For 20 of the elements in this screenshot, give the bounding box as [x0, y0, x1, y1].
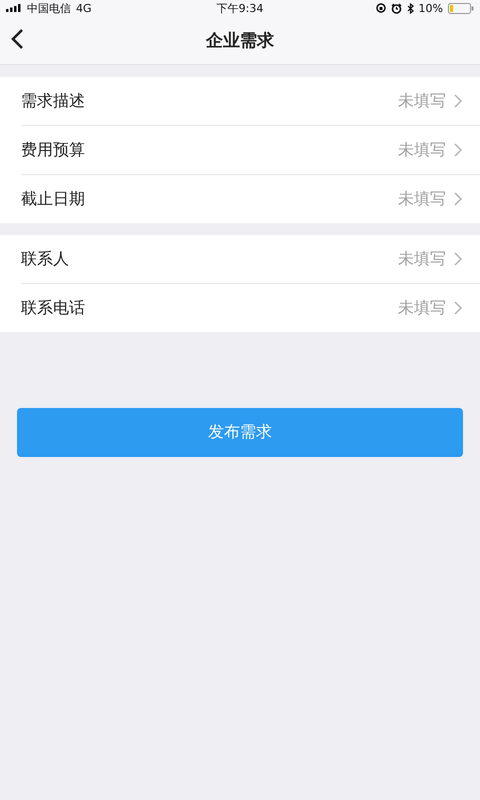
status-time: 下午9:34 [216, 0, 264, 16]
row-label: 费用预算 [21, 140, 85, 160]
form-row[interactable]: 截止日期 未填写 [21, 175, 480, 223]
row-value: 未填写 [398, 90, 446, 112]
row-label: 截止日期 [21, 188, 85, 210]
row-label: 需求描述 [21, 90, 85, 112]
row-label: 联系电话 [21, 298, 85, 318]
carrier-name: 中国电信 [27, 0, 71, 16]
page-title: 企业需求 [206, 30, 274, 52]
row-value: 未填写 [398, 248, 446, 270]
network-type: 4G [76, 2, 92, 14]
form-row[interactable]: 联系电话 未填写 [21, 284, 480, 332]
row-value: 未填写 [398, 298, 446, 318]
row-label: 联系人 [21, 248, 69, 270]
battery-percent: 10% [418, 2, 443, 14]
row-value: 未填写 [398, 140, 446, 160]
form-row[interactable]: 联系人 未填写 [21, 235, 480, 284]
form-row[interactable]: 需求描述 未填写 [21, 77, 480, 126]
form-row[interactable]: 费用预算 未填写 [21, 126, 480, 175]
row-value: 未填写 [398, 188, 446, 210]
